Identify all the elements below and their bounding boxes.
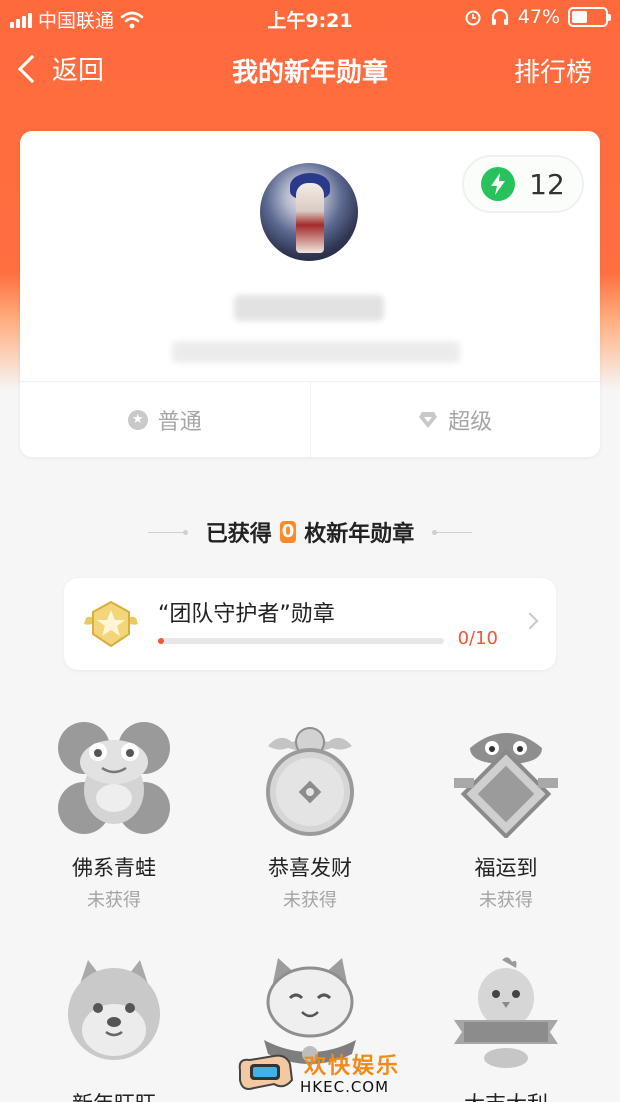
earned-count: 0	[279, 521, 297, 543]
divider-right	[432, 529, 473, 535]
earned-prefix: 已获得	[205, 522, 272, 547]
earned-summary: 已获得 0 枚新年勋章	[0, 515, 620, 549]
divider-left	[147, 529, 188, 535]
energy-badge[interactable]: 12	[462, 155, 584, 213]
tab-super[interactable]: 超级	[309, 382, 601, 457]
progress-text: 0/10	[457, 628, 498, 649]
frog-medal-icon	[58, 722, 170, 834]
medal-item[interactable]: 恭喜发财 未获得	[212, 718, 408, 912]
blurred-username	[234, 295, 384, 321]
battery-percent: 47%	[517, 6, 560, 28]
leaderboard-button[interactable]: 排行榜	[514, 52, 592, 89]
progress-bar	[158, 638, 444, 644]
medal-status: 未获得	[479, 890, 533, 911]
guardian-title: “团队守护者”勋章	[158, 602, 335, 627]
status-bar: 中国联通 上午9:21 47%	[0, 0, 620, 36]
earned-suffix: 枚新年勋章	[304, 522, 415, 547]
medal-status: 未获得	[283, 890, 337, 911]
medal-type-tabs: ★ 普通 超级	[20, 381, 600, 457]
medal-name: 恭喜发财	[268, 856, 352, 880]
medal-item[interactable]: 福运到 未获得	[408, 718, 604, 912]
battery-icon	[568, 7, 611, 27]
chevron-right-icon	[521, 612, 539, 630]
watermark-url: HKEC.COM	[300, 1078, 390, 1096]
alarm-icon	[465, 10, 481, 26]
medal-status: 未获得	[87, 890, 141, 911]
diamond-icon	[419, 411, 438, 428]
medal-name: 新年旺旺	[16, 1088, 212, 1102]
tab-super-label: 超级	[448, 409, 493, 435]
medal-name: 大吉大利	[408, 1088, 604, 1102]
medal-item[interactable]: 大吉大利	[408, 954, 604, 1102]
lightning-icon	[481, 167, 516, 201]
watermark: 欢快娱乐 HKEC.COM	[234, 1046, 404, 1102]
star-circle-icon: ★	[127, 409, 148, 430]
medal-item[interactable]: 新年旺旺	[16, 954, 212, 1102]
chick-medal-icon	[454, 957, 558, 1068]
watermark-title: 欢快娱乐	[304, 1054, 401, 1079]
tab-normal[interactable]: ★ 普通	[20, 382, 310, 457]
energy-count: 12	[529, 167, 565, 201]
lion-fu-medal-icon	[454, 733, 558, 840]
medal-name: 佛系青蛙	[72, 856, 156, 880]
nav-bar: 返回 我的新年勋章 排行榜	[0, 40, 620, 100]
avatar[interactable]	[260, 163, 358, 261]
medal-name: 福运到	[474, 856, 538, 880]
guardian-badge-icon	[84, 600, 138, 648]
medal-item[interactable]: 佛系青蛙 未获得	[16, 718, 212, 912]
coin-medal-icon	[266, 727, 354, 836]
tab-normal-label: 普通	[157, 409, 202, 435]
game-controller-hands-icon	[238, 1054, 294, 1090]
profile-card: 12 ★ 普通 超级	[20, 131, 600, 457]
shiba-medal-icon	[68, 960, 160, 1060]
progress-fill	[158, 638, 164, 644]
status-right: 47%	[464, 6, 611, 28]
headphones-icon	[491, 8, 508, 25]
blurred-user-info	[172, 341, 460, 363]
guardian-medal-card[interactable]: “团队守护者”勋章 0/10	[64, 578, 556, 670]
